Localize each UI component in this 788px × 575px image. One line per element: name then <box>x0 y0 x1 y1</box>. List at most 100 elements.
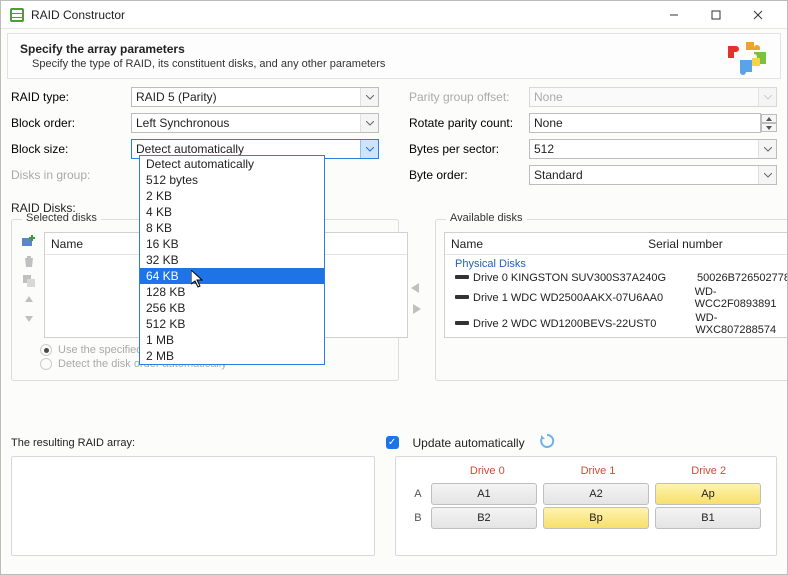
block-size-dropdown[interactable]: Detect automatically512 bytes2 KB4 KB8 K… <box>139 155 325 365</box>
raid-type-select[interactable]: RAID 5 (Parity) <box>131 87 379 107</box>
puzzle-icon <box>726 40 770 81</box>
disk-name: Drive 0 KINGSTON SUV300S37A240G <box>473 272 693 284</box>
cursor-icon <box>191 270 205 291</box>
data-cell: A2 <box>543 483 649 505</box>
move-left-icon[interactable] <box>409 282 425 297</box>
page-header: Specify the array parameters Specify the… <box>7 33 781 79</box>
move-buttons <box>409 219 425 381</box>
result-drive-header: Drive 0 <box>432 465 543 477</box>
copy-disk-icon[interactable] <box>22 274 36 288</box>
raid-type-label: RAID type: <box>11 90 131 104</box>
data-cell: A1 <box>431 483 537 505</box>
result-row-label: B <box>408 512 428 524</box>
disk-icon <box>455 318 469 330</box>
spinner-up-icon[interactable] <box>761 114 777 123</box>
move-right-icon[interactable] <box>409 303 425 318</box>
resulting-preview-box <box>11 456 375 556</box>
window-title: RAID Constructor <box>31 8 653 22</box>
parity-cell: Bp <box>543 507 649 529</box>
move-down-icon[interactable] <box>23 312 35 324</box>
bytes-per-sector-value: 512 <box>534 142 554 156</box>
delete-disk-icon[interactable] <box>22 254 36 268</box>
result-row: BB2 Bp B1 <box>408 507 764 529</box>
byte-order-label: Byte order: <box>409 168 529 182</box>
parity-cell: Ap <box>655 483 761 505</box>
disk-row[interactable]: Drive 2 WDC WD1200BEVS-22UST0WD-WXC80728… <box>445 311 788 337</box>
rotate-parity-spinner[interactable] <box>761 114 777 132</box>
rotate-parity-label: Rotate parity count: <box>409 116 529 130</box>
block-size-option[interactable]: 32 KB <box>140 252 324 268</box>
disk-row[interactable]: Drive 0 KINGSTON SUV300S37A240G 50026B726… <box>445 271 788 285</box>
block-order-label: Block order: <box>11 116 131 130</box>
minimize-button[interactable] <box>653 4 695 26</box>
result-drive-header: Drive 2 <box>653 465 764 477</box>
app-window: RAID Constructor Specify the array param… <box>0 0 788 575</box>
block-order-select[interactable]: Left Synchronous <box>131 113 379 133</box>
resulting-array-section: The resulting RAID array: ✓ Update autom… <box>11 433 777 556</box>
result-drive-header: Drive 1 <box>543 465 654 477</box>
disk-icon <box>455 292 469 304</box>
spinner-down-icon[interactable] <box>761 123 777 132</box>
disk-serial: 50026B726502778E <box>697 272 788 284</box>
physical-disks-header: Physical Disks <box>445 255 788 271</box>
block-size-option[interactable]: 8 KB <box>140 220 324 236</box>
block-size-label: Block size: <box>11 142 131 156</box>
block-size-option[interactable]: Detect automatically <box>140 156 324 172</box>
block-size-option[interactable]: 1 MB <box>140 332 324 348</box>
move-up-icon[interactable] <box>23 294 35 306</box>
chevron-down-icon <box>360 88 378 106</box>
chevron-down-icon <box>758 166 776 184</box>
block-size-value: Detect automatically <box>136 142 244 156</box>
available-disks-group: Available disks Name Serial number Physi… <box>435 219 788 381</box>
block-size-option[interactable]: 256 KB <box>140 300 324 316</box>
selected-toolbar <box>20 232 38 338</box>
result-row: AA1 A2 Ap <box>408 483 764 505</box>
page-title: Specify the array parameters <box>20 42 768 56</box>
raid-type-value: RAID 5 (Parity) <box>136 90 217 104</box>
bytes-per-sector-label: Bytes per sector: <box>409 142 529 156</box>
block-size-option[interactable]: 512 bytes <box>140 172 324 188</box>
disk-serial: WD-WCC2F0893891 <box>695 286 788 310</box>
page-subtitle: Specify the type of RAID, its constituen… <box>32 58 768 70</box>
byte-order-value: Standard <box>534 168 583 182</box>
data-cell: B1 <box>655 507 761 529</box>
available-disks-title: Available disks <box>446 212 527 224</box>
chevron-down-icon <box>758 88 776 106</box>
result-row-label: A <box>408 488 428 500</box>
close-button[interactable] <box>737 4 779 26</box>
avail-col-name: Name <box>445 237 642 251</box>
byte-order-select[interactable]: Standard <box>529 165 777 185</box>
maximize-button[interactable] <box>695 4 737 26</box>
disk-icon <box>455 272 469 284</box>
block-size-option[interactable]: 4 KB <box>140 204 324 220</box>
block-size-option[interactable]: 64 KB <box>140 268 324 284</box>
update-auto-label: Update automatically <box>413 436 525 450</box>
block-size-option[interactable]: 2 KB <box>140 188 324 204</box>
update-auto-checkbox[interactable]: ✓ <box>386 436 399 449</box>
disks-in-group-label: Disks in group: <box>11 168 131 182</box>
block-size-option[interactable]: 16 KB <box>140 236 324 252</box>
resulting-array-label: The resulting RAID array: <box>11 437 135 449</box>
rotate-parity-select[interactable]: None <box>529 113 761 133</box>
parity-offset-select: None <box>529 87 777 107</box>
block-order-value: Left Synchronous <box>136 116 229 130</box>
disk-serial: WD-WXC807288574 <box>695 312 788 336</box>
avail-col-serial: Serial number <box>642 237 788 251</box>
chevron-down-icon <box>360 140 378 158</box>
block-size-option[interactable]: 512 KB <box>140 316 324 332</box>
data-cell: B2 <box>431 507 537 529</box>
bytes-per-sector-select[interactable]: 512 <box>529 139 777 159</box>
block-size-option[interactable]: 2 MB <box>140 348 324 364</box>
selected-disks-title: Selected disks <box>22 212 101 224</box>
refresh-icon[interactable] <box>539 433 555 452</box>
chevron-down-icon <box>758 140 776 158</box>
add-disk-icon[interactable] <box>21 232 37 248</box>
available-disks-list[interactable]: Name Serial number Physical Disks Drive … <box>444 232 788 338</box>
app-icon <box>9 7 25 23</box>
right-column: Parity group offset: None Rotate parity … <box>409 85 777 189</box>
disk-row[interactable]: Drive 1 WDC WD2500AAKX-07U6AA0 WD-WCC2F08… <box>445 285 788 311</box>
chevron-down-icon <box>360 114 378 132</box>
parity-offset-label: Parity group offset: <box>409 90 529 104</box>
disk-name: Drive 1 WDC WD2500AAKX-07U6AA0 <box>473 292 691 304</box>
block-size-option[interactable]: 128 KB <box>140 284 324 300</box>
